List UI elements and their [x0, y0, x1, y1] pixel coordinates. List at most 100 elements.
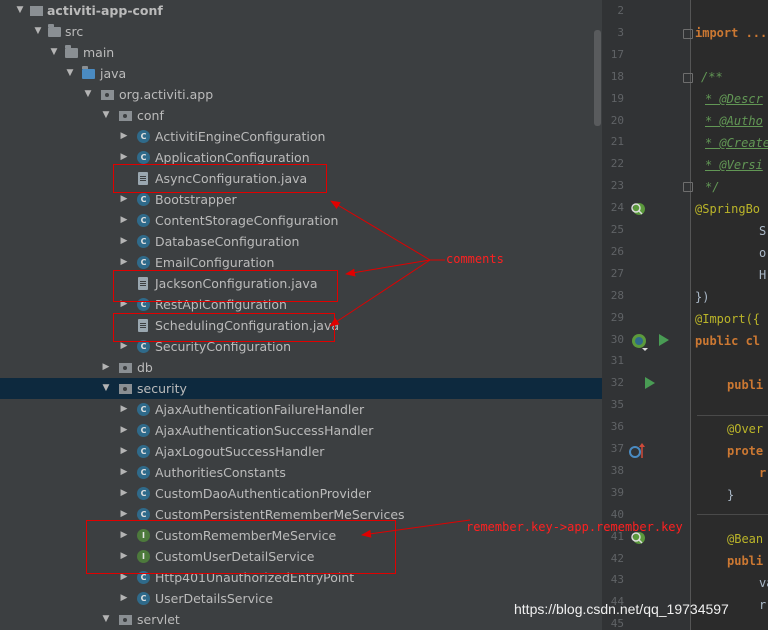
tree-item-security[interactable]: ▶ C UserDetailsService [0, 588, 602, 609]
tree-item-conf[interactable]: ▶ C ActivitiEngineConfiguration [0, 126, 602, 147]
fold-icon[interactable] [683, 73, 693, 83]
highlight-box-jackson [113, 270, 338, 302]
class-icon: C [137, 193, 150, 206]
code-doc-desc: * @Descr [705, 92, 763, 106]
expand-arrow-icon[interactable]: ▼ [48, 42, 60, 63]
expand-arrow-icon[interactable]: ▶ [100, 357, 112, 378]
class-icon: C [137, 256, 150, 269]
tree-item-conf[interactable]: ▶ C ContentStorageConfiguration [0, 210, 602, 231]
code-doc-version: * @Versi [705, 158, 763, 172]
tree-row-security[interactable]: ▼ security [0, 378, 602, 399]
package-icon [119, 384, 132, 394]
item-label: ContentStorageConfiguration [155, 213, 339, 228]
tree-row-src[interactable]: ▼ src [0, 21, 602, 42]
tree-item-security[interactable]: ▶ C AjaxAuthenticationSuccessHandler [0, 420, 602, 441]
tree-item-security[interactable]: ▶ C AuthoritiesConstants [0, 462, 602, 483]
line-number: 42 [610, 551, 624, 565]
class-icon: C [137, 487, 150, 500]
run-icon[interactable] [658, 333, 670, 347]
item-label: AjaxAuthenticationFailureHandler [155, 402, 365, 417]
tree-row-db[interactable]: ▶ db [0, 357, 602, 378]
fold-icon[interactable] [683, 182, 693, 192]
line-number: 26 [610, 244, 624, 258]
line-number: 27 [610, 266, 624, 280]
line-number: 20 [610, 113, 624, 127]
expand-arrow-icon[interactable]: ▼ [14, 0, 26, 21]
line-number: 18 [610, 69, 624, 83]
code-line-27: H [759, 268, 767, 282]
tree-row-main[interactable]: ▼ main [0, 42, 602, 63]
code-line-43: va [759, 576, 768, 590]
item-label: DatabaseConfiguration [155, 234, 300, 249]
item-label: UserDetailsService [155, 591, 274, 606]
fold-icon[interactable] [683, 29, 693, 39]
code-editor[interactable]: 2 3 17 18 19 20 21 22 23 24 25 26 27 28 29 30 31 32 35 36 37… [602, 0, 768, 630]
line-number: 36 [610, 420, 624, 434]
spring-class-icon[interactable] [630, 332, 648, 352]
code-public-bean-method: publi [727, 554, 764, 568]
security-label: security [137, 381, 187, 396]
tree-row-conf[interactable]: ▼ conf [0, 105, 602, 126]
tree-row-package[interactable]: ▼ org.activiti.app [0, 84, 602, 105]
expand-arrow-icon[interactable]: ▼ [82, 84, 94, 105]
class-icon: C [137, 466, 150, 479]
expand-arrow-icon[interactable]: ▼ [100, 609, 112, 630]
db-label: db [137, 360, 153, 375]
line-number: 29 [610, 310, 624, 324]
code-springboot-annotation: @SpringBo [695, 202, 761, 216]
code-import: import ... [695, 26, 768, 40]
class-icon: C [137, 151, 150, 164]
remember-annotation: remember.key->app.remember.key [466, 520, 683, 534]
tree-row-project[interactable]: ▼ activiti-app-conf [0, 0, 602, 21]
highlight-box-scheduling [113, 313, 335, 342]
gutter-divider [690, 0, 691, 630]
watermark: https://blog.csdn.net/qq_19734597 [514, 601, 729, 617]
code-doc-author: * @Autho [705, 114, 763, 128]
package-icon [119, 363, 132, 373]
tree-row-java[interactable]: ▼ java [0, 63, 602, 84]
class-icon: C [137, 445, 150, 458]
override-icon[interactable] [628, 442, 646, 460]
expand-arrow-icon[interactable]: ▶ [118, 420, 130, 441]
code-return: r [759, 466, 767, 480]
expand-arrow-icon[interactable]: ▶ [118, 441, 130, 462]
servlet-label: servlet [137, 612, 180, 627]
tree-item-security[interactable]: ▶ C AjaxAuthenticationFailureHandler [0, 399, 602, 420]
expand-arrow-icon[interactable]: ▶ [118, 588, 130, 609]
highlight-box-remember [86, 520, 396, 574]
class-icon: C [137, 235, 150, 248]
code-line-26: o [759, 246, 767, 260]
line-number: 17 [610, 47, 624, 61]
tree-item-security[interactable]: ▶ C AjaxLogoutSuccessHandler [0, 441, 602, 462]
code-import-annotation: @Import({ [695, 312, 761, 326]
expand-arrow-icon[interactable]: ▶ [118, 210, 130, 231]
source-folder-icon [82, 66, 95, 79]
expand-arrow-icon[interactable]: ▼ [100, 105, 112, 126]
method-separator [697, 514, 768, 515]
tree-item-security[interactable]: ▶ C CustomDaoAuthenticationProvider [0, 483, 602, 504]
line-number: 31 [610, 354, 624, 368]
expand-arrow-icon[interactable]: ▼ [32, 21, 44, 42]
expand-arrow-icon[interactable]: ▶ [118, 231, 130, 252]
expand-arrow-icon[interactable]: ▶ [118, 399, 130, 420]
line-number: 39 [610, 485, 624, 499]
spring-bean-icon[interactable] [630, 201, 646, 217]
package-icon [119, 111, 132, 121]
expand-arrow-icon[interactable]: ▶ [118, 483, 130, 504]
line-number: 37 [610, 442, 624, 455]
code-doc-open: /** [701, 70, 723, 84]
expand-arrow-icon[interactable]: ▼ [64, 63, 76, 84]
package-icon [101, 90, 114, 100]
tree-row-servlet[interactable]: ▼ servlet [0, 609, 602, 630]
class-icon: C [137, 424, 150, 437]
tree-item-conf[interactable]: ▶ C DatabaseConfiguration [0, 231, 602, 252]
tree-scrollbar[interactable] [594, 30, 601, 126]
code-doc-created: * @Create [705, 136, 768, 150]
expand-arrow-icon[interactable]: ▶ [118, 462, 130, 483]
line-number: 24 [610, 201, 624, 215]
expand-arrow-icon[interactable]: ▼ [100, 378, 112, 399]
highlight-box-async [113, 164, 327, 193]
run-icon[interactable] [644, 376, 656, 390]
item-label: ActivitiEngineConfiguration [155, 129, 326, 144]
expand-arrow-icon[interactable]: ▶ [118, 126, 130, 147]
